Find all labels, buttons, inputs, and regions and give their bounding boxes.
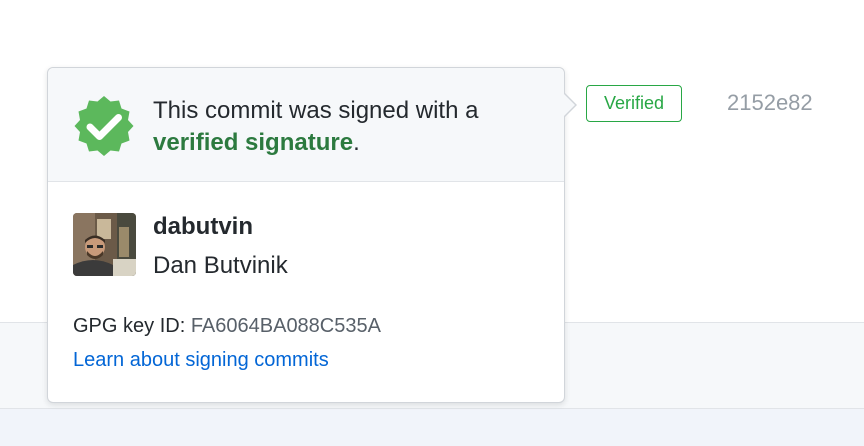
learn-signing-link[interactable]: Learn about signing commits — [73, 346, 329, 374]
avatar[interactable] — [73, 213, 136, 276]
verified-badge[interactable]: Verified — [586, 85, 682, 122]
verified-seal-icon — [74, 96, 134, 156]
verified-signature-link[interactable]: verified signature — [153, 129, 353, 156]
avatar-photo-icon — [73, 213, 136, 276]
user-full-name: Dan Butvinik — [153, 252, 288, 279]
popover-arrow-fill — [564, 94, 575, 116]
gpg-key-row: GPG key ID: FA6064BA088C535A — [73, 312, 381, 340]
commit-sha-link[interactable]: 2152e82 — [727, 88, 813, 118]
signature-popover: This commit was signed with a verified si… — [47, 67, 577, 403]
signature-message-period: . — [353, 129, 360, 156]
username-link[interactable]: dabutvin — [153, 211, 253, 243]
popover-header: This commit was signed with a verified si… — [48, 68, 564, 182]
signature-message-text: This commit was signed with a — [153, 97, 479, 124]
gpg-key-label: GPG key ID: — [73, 315, 186, 337]
gpg-key-value: FA6064BA088C535A — [190, 315, 381, 337]
page-row-background — [0, 409, 864, 446]
signature-message: This commit was signed with a verified si… — [153, 95, 553, 159]
